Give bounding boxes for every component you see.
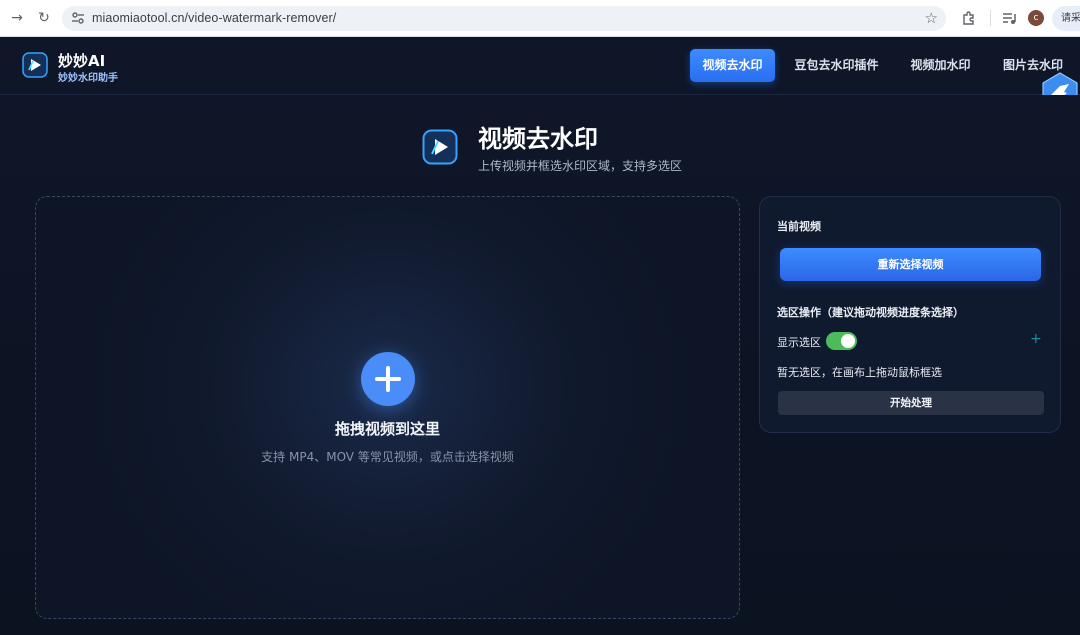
dropzone-title: 拖拽视频到这里 — [334, 420, 440, 438]
page-title: 视频去水印 — [478, 125, 598, 153]
add-region-icon[interactable]: + — [1030, 331, 1042, 347]
dropzone-subtitle: 支持 MP4、MOV 等常见视频，或点击选择视频 — [261, 450, 514, 464]
reselect-video-button[interactable]: 重新选择视频 — [780, 248, 1041, 281]
toolbar-divider — [990, 10, 991, 26]
page-subtitle: 上传视频并框选水印区域，支持多选区 — [478, 159, 683, 173]
profile-avatar[interactable]: c — [1028, 10, 1044, 26]
url-text: miaomiaotool.cn/video-watermark-remover/ — [92, 11, 337, 25]
video-dropzone[interactable]: 拖拽视频到这里 支持 MP4、MOV 等常见视频，或点击选择视频 — [35, 196, 740, 619]
show-selection-toggle[interactable] — [826, 332, 857, 350]
no-selection-hint: 暂无选区，在画布上拖动鼠标框选 — [777, 366, 942, 379]
extensions-icon[interactable] — [960, 9, 978, 27]
address-bar[interactable]: miaomiaotool.cn/video-watermark-remover/… — [62, 6, 946, 31]
brand-subtitle: 妙妙水印助手 — [58, 73, 118, 84]
media-queue-icon[interactable] — [1000, 9, 1018, 27]
nav-doubao-plugin[interactable]: 豆包去水印插件 — [785, 49, 888, 82]
forward-icon[interactable]: → — [8, 9, 26, 27]
control-panel: 当前视频 重新选择视频 选区操作（建议拖动视频进度条选择） 显示选区 + 暂无选… — [759, 196, 1061, 433]
brand-name[interactable]: 妙妙AI — [58, 50, 105, 71]
bookmark-star-icon[interactable]: ☆ — [925, 9, 938, 27]
nav-video-watermark-remove[interactable]: 视频去水印 — [690, 49, 775, 82]
main-content: 视频去水印 上传视频并框选水印区域，支持多选区 拖拽视频到这里 支持 MP4、M… — [0, 95, 1080, 635]
current-video-label: 当前视频 — [777, 220, 821, 233]
page-logo-icon — [422, 129, 458, 165]
browser-toolbar: → ↻ miaomiaotool.cn/video-watermark-remo… — [0, 0, 1080, 37]
nav-video-add-watermark[interactable]: 视频加水印 — [898, 49, 983, 82]
side-panel-pill[interactable]: 请采 — [1052, 6, 1080, 31]
show-selection-label: 显示选区 — [777, 336, 821, 349]
brand-logo-icon[interactable] — [22, 52, 48, 78]
add-video-button[interactable] — [361, 352, 415, 406]
site-settings-icon[interactable] — [70, 10, 86, 26]
start-processing-button[interactable]: 开始处理 — [778, 391, 1044, 415]
app-header: 妙妙AI 妙妙水印助手 视频去水印 豆包去水印插件 视频加水印 图片去水印 — [0, 37, 1080, 95]
reload-icon[interactable]: ↻ — [35, 9, 53, 27]
toggle-knob — [841, 334, 855, 348]
selection-ops-label: 选区操作（建议拖动视频进度条选择） — [777, 306, 964, 319]
